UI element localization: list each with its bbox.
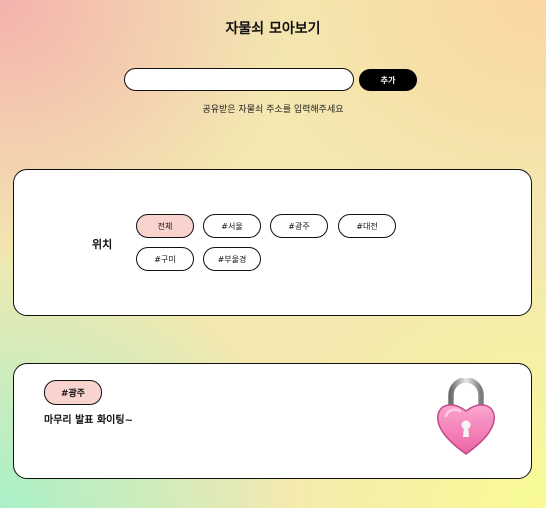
input-hint: 공유받은 자물쇠 주소를 입력해주세요 xyxy=(202,105,344,115)
lock-url-input[interactable] xyxy=(124,68,354,91)
post-message: 마무리 발표 화이팅~ xyxy=(44,415,133,426)
filter-chip-all[interactable]: 전체 xyxy=(136,214,194,238)
lock-post-card[interactable]: #광주 마무리 발표 화이팅~ xyxy=(13,363,532,479)
filter-chip-seoul[interactable]: #서울 xyxy=(203,214,261,238)
filter-chip-gwangju[interactable]: #광주 xyxy=(270,214,328,238)
add-button[interactable]: 추가 xyxy=(359,69,417,91)
location-filter-card: 위치 전체 #서울 #광주 #대전 #구미 #부울경 xyxy=(13,169,532,316)
post-location-tag: #광주 xyxy=(44,380,102,405)
filter-chip-daejeon[interactable]: #대전 xyxy=(338,214,396,238)
filter-chip-gumi[interactable]: #구미 xyxy=(136,247,194,271)
location-filter-label: 위치 xyxy=(92,238,113,251)
page-title: 자물쇠 모아보기 xyxy=(225,21,321,37)
filter-chip-buulgyeong[interactable]: #부울경 xyxy=(203,247,261,271)
heart-lock-icon xyxy=(437,378,495,455)
